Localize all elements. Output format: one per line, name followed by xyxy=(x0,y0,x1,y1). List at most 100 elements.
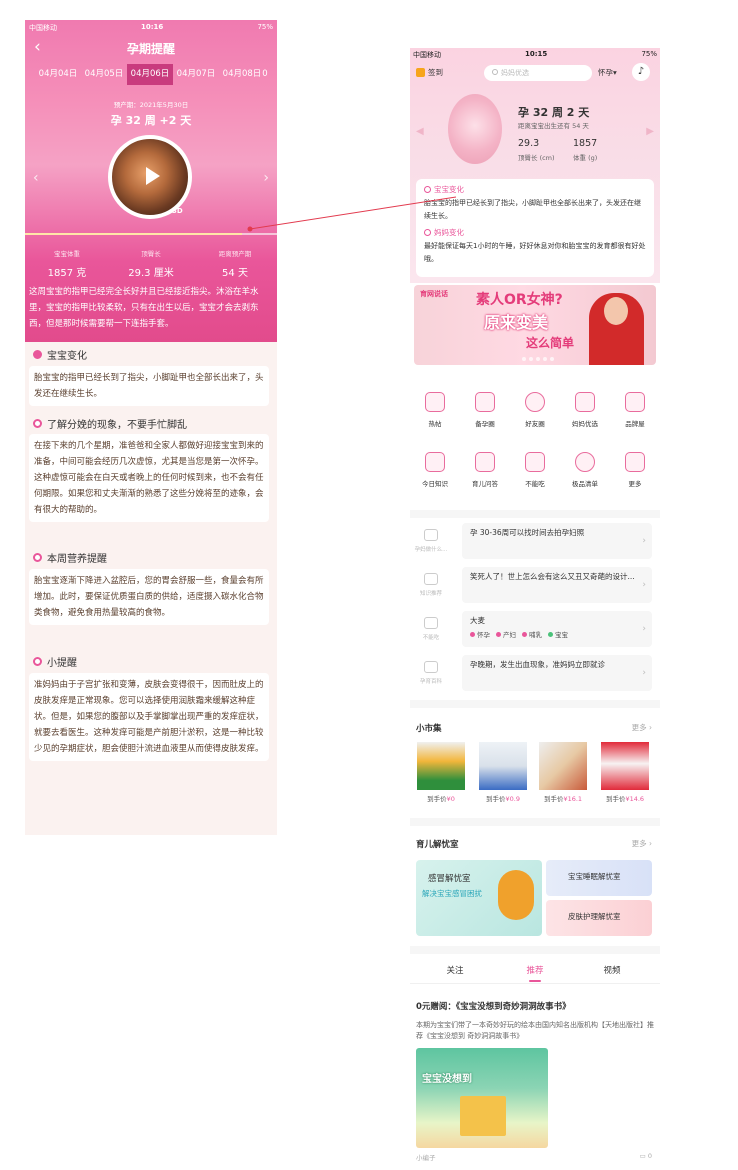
section-card: 在接下来的几个星期，准爸爸和全家人都做好迎接宝宝到来的准备，中间可能会经历几次虚… xyxy=(29,434,269,522)
skin-worry-room-card[interactable]: 皮肤护理解忧室 xyxy=(546,900,652,936)
fetus-illustration[interactable] xyxy=(448,94,502,164)
promo-banner[interactable]: 育网说话 素人OR女神? 原来变美 这么简单 xyxy=(414,285,656,365)
date-tab-active[interactable]: 04月06日 xyxy=(127,64,173,85)
tip-category: 知识推荐 xyxy=(419,591,442,597)
section-card: 胎宝宝的指甲已经长到了指尖，小脚趾甲也全部长出来了，头发还在继续生长。 xyxy=(29,366,269,406)
prev-arrow-icon[interactable]: ◀ xyxy=(416,126,424,137)
market-item[interactable]: 到手价¥16.1 xyxy=(538,742,588,803)
grid-item-qa[interactable]: 育儿问答 xyxy=(460,452,510,488)
divider xyxy=(410,818,660,826)
stat-value: 1857 克 xyxy=(47,268,87,279)
gift-icon xyxy=(416,68,425,77)
banner-logo: 育网说话 xyxy=(420,290,448,298)
stage-selector[interactable]: 怀孕▾ xyxy=(598,67,617,78)
date-tab[interactable]: 0 xyxy=(253,64,277,85)
encyclopedia-icon xyxy=(424,661,438,673)
market-title: 小市集 xyxy=(416,724,442,734)
status-bar: 中国移动 10:16 75% xyxy=(29,22,273,34)
section-card: 胎宝宝逐渐下降进入盆腔后，您的胃会舒服一些，食量会有所增加。此时，要保证优质蛋白… xyxy=(29,569,269,625)
carousel-dots xyxy=(522,357,554,361)
sleep-worry-room-card[interactable]: 宝宝睡眠解忧室 xyxy=(546,860,652,896)
date-tab[interactable]: 04月05日 xyxy=(81,64,127,85)
pregnancy-week: 孕 32 周 2 天 xyxy=(518,106,590,119)
banner-headline: 素人OR女神? xyxy=(476,292,563,308)
worry-more-link[interactable]: 更多 › xyxy=(632,838,652,849)
grid-item-brand[interactable]: 品牌屋 xyxy=(610,392,660,428)
product-image xyxy=(417,742,465,790)
date-tab[interactable]: 04月07日 xyxy=(173,64,219,85)
stat-length: 顶臀长 29.3 厘米 xyxy=(109,248,193,279)
grid-item-more[interactable]: 更多 xyxy=(610,452,660,488)
tag: 宝宝 xyxy=(548,629,568,641)
tip-row[interactable]: 孕妈做什么... 孕 30-36周可以找时间去拍孕妇照 › xyxy=(410,523,660,561)
grid-item-mom-select[interactable]: 妈妈优选 xyxy=(560,392,610,428)
next-arrow-icon[interactable]: › xyxy=(263,170,269,186)
worry-room-title: 育儿解忧室 xyxy=(416,840,459,850)
tab-video[interactable]: 视频 xyxy=(582,964,642,976)
pregnancy-progress-bar xyxy=(25,233,277,235)
grid-item-prep[interactable]: 备孕圈 xyxy=(460,392,510,428)
tip-text: 孕 30-36周可以找时间去拍孕妇照 › xyxy=(462,523,652,559)
battery: 75% xyxy=(641,50,657,58)
tip-category: 孕育百科 xyxy=(419,679,442,685)
document-icon xyxy=(425,392,445,412)
section-title: 本周营养提醒 xyxy=(33,550,107,565)
divider xyxy=(410,946,660,954)
article-title[interactable]: 0元赠阅：《宝宝没想到奇妙洞洞故事书》 xyxy=(416,1000,571,1012)
home-screen: 中国移动 10:15 75% 签到 妈妈优选 怀孕▾ ♪ ◀ ▶ 孕 32 周 … xyxy=(410,48,660,1163)
pregnancy-week: 孕 32 周 +2 天 xyxy=(110,114,192,127)
article-cover-image[interactable]: 宝宝没想到 xyxy=(416,1048,548,1148)
weekly-intro: 这周宝宝的指甲已经完全长好并且已经接近指尖。沐浴在羊水里，宝宝的指甲比较柔软，只… xyxy=(29,287,259,329)
feature-grid: 热帖 备孕圈 好友圈 妈妈优选 品牌屋 今日知识 育儿问答 不能吃 极品清单 更… xyxy=(410,378,660,503)
bear-mascot-icon xyxy=(498,870,534,920)
forbidden-food-icon xyxy=(424,617,438,629)
peach-icon xyxy=(575,452,595,472)
tip-row[interactable]: 不能吃 大麦 怀孕 产妇 哺乳 宝宝 › xyxy=(410,611,660,649)
status-bar: 中国移动 10:15 75% xyxy=(413,50,657,60)
play-icon[interactable] xyxy=(146,167,160,185)
bell-icon[interactable]: ♪ xyxy=(632,63,650,81)
bullet-icon xyxy=(33,657,42,666)
tip-row[interactable]: 孕育百科 孕晚期，发生出血现象，准妈妈立即就诊 › xyxy=(410,655,660,693)
market-more-link[interactable]: 更多 › xyxy=(632,722,652,733)
stat-value: 29.3 厘米 xyxy=(128,268,174,279)
grid-item-hot[interactable]: 热帖 xyxy=(410,392,460,428)
grid-item-knowledge[interactable]: 今日知识 xyxy=(410,452,460,488)
people-icon xyxy=(475,392,495,412)
signin-button[interactable]: 签到 xyxy=(416,67,443,78)
date-tab[interactable]: 04月04日 xyxy=(35,64,81,85)
progress-fill xyxy=(25,233,242,235)
grid-item-friends[interactable]: 好友圈 xyxy=(510,392,560,428)
next-arrow-icon[interactable]: ▶ xyxy=(646,126,654,137)
battery: 75% xyxy=(257,23,273,31)
section-card: 准妈妈由于子宫扩张和变薄，皮肤会变得很干，因而肚皮上的皮肤发痒是正常现象。您可以… xyxy=(29,673,269,761)
market-item[interactable]: 到手价¥14.6 xyxy=(600,742,650,803)
chevron-right-icon: › xyxy=(642,536,646,546)
product-image xyxy=(601,742,649,790)
book-image xyxy=(460,1096,506,1136)
tab-recommend[interactable]: 推荐 xyxy=(505,964,565,982)
prev-arrow-icon[interactable]: ‹ xyxy=(33,170,39,186)
market-item[interactable]: 到手价¥0 xyxy=(416,742,466,803)
image-icon xyxy=(424,573,438,585)
search-input[interactable]: 妈妈优选 xyxy=(484,65,592,81)
grid-item-list[interactable]: 极品清单 xyxy=(560,452,610,488)
bullet-icon xyxy=(33,419,42,428)
crown-icon xyxy=(625,392,645,412)
tab-follow[interactable]: 关注 xyxy=(425,964,485,976)
cold-worry-room-card[interactable]: 感冒解忧室 解决宝宝感冒困扰 xyxy=(416,860,542,936)
mom-change-text: 最好能保证每天1小时的午睡，好好休息对你和胎宝宝的发育都很有好处哦。 xyxy=(424,242,646,263)
carrier: 中国移动 xyxy=(413,51,441,59)
feed-tabs: 关注 推荐 视频 xyxy=(410,960,660,984)
comment-count[interactable]: ▭ 0 xyxy=(640,1152,652,1160)
grad-cap-icon xyxy=(425,452,445,472)
divider xyxy=(410,510,660,518)
tip-row[interactable]: 知识推荐 笑死人了！世上怎么会有这么又丑又奇葩的设计... › xyxy=(410,567,660,605)
grid-item-cannot-eat[interactable]: 不能吃 xyxy=(510,452,560,488)
star-icon xyxy=(575,392,595,412)
changes-card[interactable]: 宝宝变化 胎宝宝的指甲已经长到了指尖，小脚趾甲也全部长出来了，头发还在继续生长。… xyxy=(416,179,654,277)
market-item[interactable]: 到手价¥0.9 xyxy=(478,742,528,803)
due-date: 预产期：2021年5月30日 xyxy=(113,101,189,109)
section-title: 小提醒 xyxy=(33,654,77,669)
banner-headline-3: 这么简单 xyxy=(526,336,575,350)
